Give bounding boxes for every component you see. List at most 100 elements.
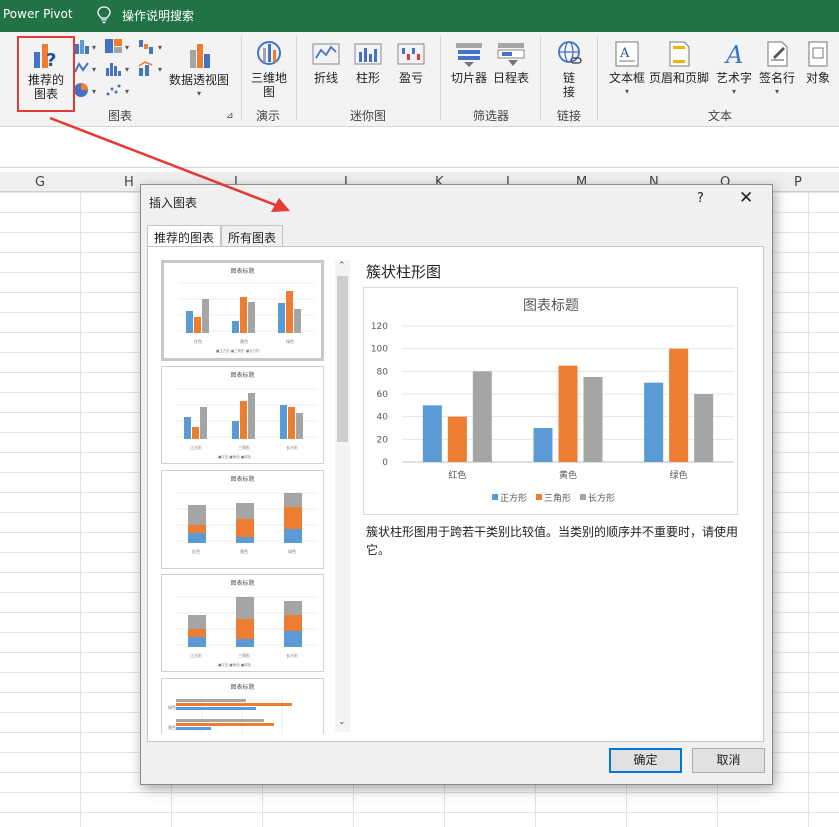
group-label-links: 链接 xyxy=(556,109,581,123)
column-header[interactable]: P xyxy=(794,175,802,190)
group-label-text: 文本 xyxy=(707,109,732,123)
svg-text:长方形: 长方形 xyxy=(286,444,298,450)
cancel-button[interactable]: 取消 xyxy=(692,748,765,773)
svg-text:正方形: 正方形 xyxy=(190,652,202,658)
wordart-button[interactable]: A 艺术字 ▾ xyxy=(714,40,754,99)
column-chart-button[interactable]: ▾ xyxy=(73,38,99,57)
x-tick-label: 黄色 xyxy=(559,469,577,481)
header-footer-icon xyxy=(669,41,690,67)
chart-thumbnail-list: 图表标题 红色 黄色 绿色 ■正方形 ■三角形 ■长方形 图表标题 正方形 三角… xyxy=(161,260,331,734)
thumbnail-chart: 红色 黄色 绿色 xyxy=(176,492,318,554)
bar xyxy=(669,348,689,462)
object-label: 对象 xyxy=(805,71,830,85)
scatter-chart-button[interactable]: ▾ xyxy=(104,82,132,101)
svg-text:黄色: 黄色 xyxy=(240,338,248,344)
scroll-up-arrow[interactable]: ⌃ xyxy=(338,261,346,271)
chart-thumbnail[interactable]: 图表标题 绿色 黄色 xyxy=(161,678,324,734)
svg-text:黄色: 黄色 xyxy=(240,548,248,554)
tab-all-charts[interactable]: 所有图表 xyxy=(221,225,284,246)
sparkline-column-button[interactable]: 柱形 xyxy=(350,40,386,85)
chart-thumbnail[interactable]: 图表标题 正方形 三角形 长方形 ■红色 ■黄色 ■绿色 xyxy=(161,574,324,672)
group-label-sparklines: 迷你图 xyxy=(349,109,386,123)
3d-map-label: 三维地 图 xyxy=(250,71,287,99)
group-separator xyxy=(540,36,541,120)
svg-text:▾: ▾ xyxy=(125,43,129,52)
scroll-down-arrow[interactable]: ⌄ xyxy=(338,717,346,727)
group-separator xyxy=(296,36,297,120)
pie-chart-icon: ▾ xyxy=(74,83,96,97)
signature-line-button[interactable]: 签名行 ▾ xyxy=(756,40,798,99)
chart-thumbnail[interactable]: 图表标题 红色 黄色 绿色 ■正方形 ■三角形 ■长方形 xyxy=(161,260,324,361)
sparkline-line-label: 折线 xyxy=(313,71,338,85)
chart-thumbnail[interactable]: 图表标题 红色 黄色 绿色 xyxy=(161,470,324,569)
highlight-box xyxy=(17,36,75,112)
signature-line-label: 签名行 xyxy=(758,71,795,85)
waterfall-chart-button[interactable]: ▾ xyxy=(137,38,165,57)
statistic-chart-button[interactable]: ▾ xyxy=(104,60,132,79)
tab-power-pivot[interactable]: Power Pivot xyxy=(3,7,73,21)
thumbnail-scrollbar[interactable]: ⌃ ⌄ xyxy=(335,260,350,732)
svg-text:绿色: 绿色 xyxy=(168,704,176,710)
bar xyxy=(422,405,442,462)
legend-entry: 正方形 xyxy=(500,492,527,504)
group-label-tours: 演示 xyxy=(255,109,280,123)
sparkline-line-button[interactable]: 折线 xyxy=(308,40,344,85)
hierarchy-chart-button[interactable]: ▾ xyxy=(104,38,132,57)
link-label: 链 接 xyxy=(562,71,575,99)
svg-text:▾: ▾ xyxy=(92,43,96,52)
y-tick-label: 60 xyxy=(377,390,389,400)
tell-me-search[interactable]: 操作说明搜索 xyxy=(122,7,194,24)
bar xyxy=(644,382,664,462)
bar xyxy=(533,428,553,462)
ok-button[interactable]: 确定 xyxy=(609,748,682,773)
object-button[interactable]: 对象 xyxy=(802,40,834,85)
sparkline-winloss-button[interactable]: 盈亏 xyxy=(393,40,429,85)
pivot-chart-button[interactable]: 数据透视图 ▾ xyxy=(166,40,232,101)
svg-text:红色: 红色 xyxy=(194,338,202,344)
x-tick-label: 红色 xyxy=(448,469,466,481)
svg-text:■红色 ■黄色 ■绿色: ■红色 ■黄色 ■绿色 xyxy=(218,662,252,667)
svg-text:■红色 ■黄色 ■绿色: ■红色 ■黄色 ■绿色 xyxy=(218,454,252,459)
svg-text:绿色: 绿色 xyxy=(288,548,296,554)
chart-panel: 图表标题 红色 黄色 绿色 ■正方形 ■三角形 ■长方形 图表标题 正方形 三角… xyxy=(147,246,764,742)
group-separator xyxy=(440,36,441,120)
close-button[interactable]: ✕ xyxy=(739,188,753,208)
bar xyxy=(447,416,467,462)
help-button[interactable]: ? xyxy=(697,191,704,206)
formula-bar-area[interactable] xyxy=(0,128,839,168)
svg-text:▾: ▾ xyxy=(158,65,162,74)
y-tick-label: 40 xyxy=(377,413,389,423)
scatter-chart-icon: ▾ xyxy=(106,84,129,96)
legend-swatch xyxy=(580,494,586,500)
scroll-thumb[interactable] xyxy=(337,276,348,442)
link-button[interactable]: 链 接 xyxy=(553,40,585,99)
chart-thumbnail[interactable]: 图表标题 正方形 三角形 长方形 ■红色 ■黄色 ■绿色 xyxy=(161,366,324,464)
svg-text:A: A xyxy=(724,41,743,68)
3d-map-button[interactable]: 三维地 图 xyxy=(248,40,290,99)
pie-chart-button[interactable]: ▾ xyxy=(73,82,99,101)
svg-text:▾: ▾ xyxy=(125,65,129,74)
column-header[interactable]: H xyxy=(124,175,134,190)
pivot-chart-label: 数据透视图 xyxy=(168,73,229,87)
svg-text:红色: 红色 xyxy=(192,548,200,554)
charts-dialog-launcher[interactable]: ⊿ xyxy=(226,111,234,121)
textbox-button[interactable]: A 文本框 ▾ xyxy=(605,40,649,99)
column-chart-icon: ▾ xyxy=(75,40,96,54)
line-chart-button[interactable]: ▾ xyxy=(73,60,99,79)
wordart-icon: A xyxy=(724,41,743,68)
textbox-label: 文本框 xyxy=(608,71,645,85)
slicer-icon xyxy=(456,43,482,67)
header-footer-button[interactable]: 页眉和页脚 xyxy=(648,40,710,85)
group-label-filters: 筛选器 xyxy=(472,109,509,123)
column-header[interactable]: G xyxy=(35,175,45,190)
bar xyxy=(583,377,603,462)
waterfall-chart-icon: ▾ xyxy=(139,40,162,54)
slicer-button[interactable]: 切片器 xyxy=(449,40,489,85)
tab-recommended-charts[interactable]: 推荐的图表 xyxy=(147,225,222,247)
sparkline-line-icon xyxy=(312,43,340,65)
combo-chart-button[interactable]: ▾ xyxy=(137,60,165,79)
sparkline-winloss-label: 盈亏 xyxy=(398,71,423,85)
timeline-button[interactable]: 日程表 xyxy=(491,40,531,85)
svg-text:正方形: 正方形 xyxy=(190,444,202,450)
sparkline-column-icon xyxy=(354,43,382,65)
